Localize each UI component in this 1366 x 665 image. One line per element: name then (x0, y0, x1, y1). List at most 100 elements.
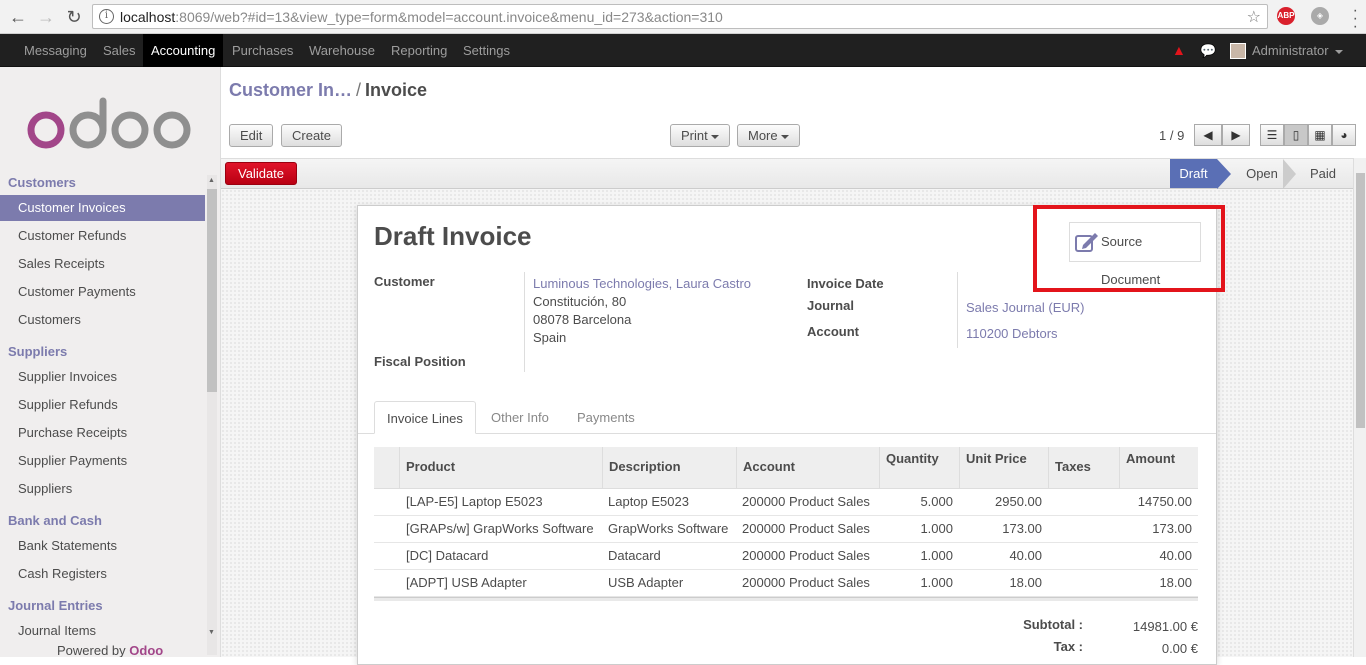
form-view-icon[interactable]: ▯ (1284, 124, 1308, 146)
customer-link[interactable]: Luminous Technologies, Laura Castro (533, 276, 751, 291)
table-row[interactable]: [DC] Datacard Datacard 200000 Product Sa… (374, 543, 1198, 570)
main-scrollbar[interactable] (1353, 158, 1366, 657)
subtotal-label: Subtotal : (1023, 617, 1083, 632)
table-row[interactable]: [ADPT] USB Adapter USB Adapter 200000 Pr… (374, 570, 1198, 597)
sidebar-item-suppliers[interactable]: Suppliers (0, 476, 205, 502)
stage-arrow (1283, 159, 1296, 189)
column-taxes[interactable]: Taxes (1048, 447, 1119, 489)
shield-extension-icon[interactable]: ◈ (1311, 7, 1329, 25)
sidebar-scrollbar-thumb[interactable] (207, 189, 217, 392)
account-link[interactable]: 110200 Debtors (966, 326, 1058, 341)
main-content: Customer In… / Invoice Edit Create Print M… (221, 67, 1366, 665)
fiscal-position-label: Fiscal Position (374, 354, 466, 369)
menu-sales[interactable]: Sales (95, 34, 144, 67)
scroll-down-icon[interactable]: ▼ (208, 629, 215, 636)
table-header: Product Description Account Quantity Uni… (374, 447, 1198, 489)
main-scrollbar-thumb[interactable] (1356, 173, 1365, 428)
forward-icon[interactable]: → (34, 5, 58, 29)
cell-quantity: 1.000 (920, 575, 953, 590)
graph-view-icon[interactable]: ◕ (1332, 124, 1356, 146)
print-button[interactable]: Print (670, 124, 730, 147)
cell-product: [LAP-E5] Laptop E5023 (406, 494, 543, 509)
cell-account: 200000 Product Sales (742, 494, 870, 509)
sidebar-item-customer-invoices[interactable]: Customer Invoices (0, 195, 205, 221)
sidebar-item-supplier-invoices[interactable]: Supplier Invoices (0, 364, 205, 390)
info-icon[interactable]: i (99, 9, 114, 24)
cell-description: Laptop E5023 (608, 494, 689, 509)
back-icon[interactable]: ← (6, 5, 30, 29)
menu-messaging[interactable]: Messaging (16, 34, 95, 67)
validate-button[interactable]: Validate (225, 162, 298, 185)
cell-product: [GRAPs/w] GrapWorks Software (406, 521, 594, 536)
status-bar: Validate Draft Open Paid (221, 158, 1353, 189)
list-view-icon[interactable]: ☰ (1260, 124, 1284, 146)
column-unit-price[interactable]: Unit Price (959, 447, 1048, 489)
table-row[interactable]: [LAP-E5] Laptop E5023 Laptop E5023 20000… (374, 489, 1198, 516)
tab-other-info[interactable]: Other Info (479, 401, 561, 434)
sidebar-item-cash-registers[interactable]: Cash Registers (0, 561, 205, 587)
column-amount[interactable]: Amount (1119, 447, 1198, 489)
menu-accounting[interactable]: Accounting (143, 34, 224, 67)
address-bar[interactable]: i localhost:8069/web?#id=13&view_type=fo… (92, 4, 1268, 29)
more-button[interactable]: More (737, 124, 800, 147)
cell-quantity: 5.000 (920, 494, 953, 509)
menu-settings[interactable]: Settings (455, 34, 518, 67)
customer-address-line: 08078 Barcelona (533, 312, 632, 327)
journal-link[interactable]: Sales Journal (EUR) (966, 300, 1085, 315)
warning-icon[interactable]: ▲ (1172, 34, 1186, 67)
table-row[interactable]: [GRAPs/w] GrapWorks Software GrapWorks S… (374, 516, 1198, 543)
column-description[interactable]: Description (602, 447, 736, 489)
column-product[interactable]: Product (399, 447, 602, 489)
cell-description: Datacard (608, 548, 661, 563)
adblock-icon[interactable]: ABP (1277, 7, 1295, 25)
sidebar-section-bank-cash: Bank and Cash (8, 513, 102, 528)
reload-icon[interactable]: ↻ (62, 5, 86, 29)
tax-value: 0.00 € (1161, 641, 1198, 656)
cell-description: GrapWorks Software (608, 521, 729, 536)
browser-toolbar: ← → ↻ i localhost:8069/web?#id=13&view_t… (0, 0, 1366, 35)
bookmark-star-icon[interactable]: ☆ (1247, 7, 1261, 27)
menu-warehouse[interactable]: Warehouse (301, 34, 383, 67)
cell-unit-price: 18.00 (1009, 575, 1042, 590)
chevron-down-icon (710, 134, 719, 139)
stage-open[interactable]: Open (1237, 159, 1287, 188)
sidebar-section-suppliers: Suppliers (8, 344, 68, 359)
sidebar-item-journal-items[interactable]: Journal Items (0, 618, 205, 644)
divider (524, 272, 525, 372)
pager-value[interactable]: 1 / 9 (1159, 128, 1184, 143)
pager-next-button[interactable]: ▶ (1222, 124, 1250, 146)
subtotal-value: 14981.00 € (1132, 619, 1198, 634)
column-account[interactable]: Account (736, 447, 879, 489)
odoo-logo (27, 97, 191, 149)
breadcrumb: Customer In… / Invoice (229, 80, 428, 100)
sidebar-item-customer-payments[interactable]: Customer Payments (0, 279, 205, 305)
sidebar-section-customers: Customers (8, 175, 76, 190)
sidebar-item-bank-statements[interactable]: Bank Statements (0, 533, 205, 559)
user-menu[interactable]: Administrator (1252, 34, 1344, 67)
tab-payments[interactable]: Payments (565, 401, 647, 434)
sidebar-item-supplier-payments[interactable]: Supplier Payments (0, 448, 205, 474)
avatar[interactable] (1230, 43, 1246, 59)
browser-menu-icon[interactable]: · · · (1353, 3, 1358, 35)
sidebar-item-purchase-receipts[interactable]: Purchase Receipts (0, 420, 205, 446)
breadcrumb-parent[interactable]: Customer In… (229, 80, 352, 100)
calendar-view-icon[interactable]: ▦ (1308, 124, 1332, 146)
column-quantity[interactable]: Quantity (879, 447, 959, 489)
sidebar-item-customer-refunds[interactable]: Customer Refunds (0, 223, 205, 249)
pager-previous-button[interactable]: ◀ (1194, 124, 1222, 146)
chat-icon[interactable]: 💬 (1200, 34, 1216, 67)
powered-brand[interactable]: Odoo (129, 643, 163, 657)
tax-label: Tax : (1053, 639, 1083, 654)
menu-reporting[interactable]: Reporting (383, 34, 455, 67)
create-button[interactable]: Create (281, 124, 343, 147)
sidebar-item-customers[interactable]: Customers (0, 307, 205, 333)
tab-invoice-lines[interactable]: Invoice Lines (374, 401, 476, 434)
stage-paid[interactable]: Paid (1299, 159, 1347, 188)
scroll-up-icon[interactable]: ▲ (208, 177, 215, 184)
url-text: localhost:8069/web?#id=13&view_type=form… (120, 9, 723, 25)
sidebar-item-supplier-refunds[interactable]: Supplier Refunds (0, 392, 205, 418)
menu-purchases[interactable]: Purchases (224, 34, 301, 67)
sidebar-item-sales-receipts[interactable]: Sales Receipts (0, 251, 205, 277)
customer-address-line: Constitución, 80 (533, 294, 627, 309)
edit-button[interactable]: Edit (229, 124, 274, 147)
